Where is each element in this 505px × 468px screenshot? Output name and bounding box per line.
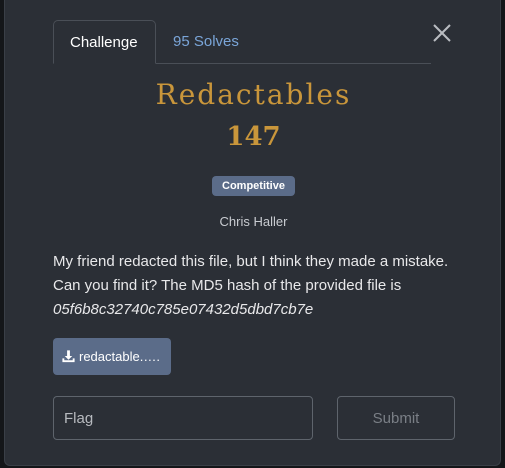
category-badge: Competitive bbox=[212, 176, 295, 196]
challenge-author: Chris Haller bbox=[219, 214, 288, 229]
challenge-tabs: Challenge 95 Solves bbox=[53, 20, 431, 64]
challenge-description: My friend redacted this file, but I thin… bbox=[53, 250, 453, 322]
challenge-points: 147 bbox=[226, 122, 281, 152]
challenge-title: Redactables bbox=[155, 78, 352, 111]
md5-hash: 05f6b8c32740c785e07432d5dbd7cb7e bbox=[53, 301, 314, 318]
download-file-button[interactable]: redactable.…. bbox=[53, 338, 171, 375]
tab-solves[interactable]: 95 Solves bbox=[157, 20, 255, 63]
submit-button[interactable]: Submit bbox=[337, 396, 455, 440]
flag-input[interactable] bbox=[53, 396, 313, 440]
description-text: My friend redacted this file, but I thin… bbox=[53, 253, 449, 294]
challenge-modal: Challenge 95 Solves Redactables 147 Comp… bbox=[4, 0, 501, 466]
close-icon bbox=[433, 24, 451, 42]
download-icon bbox=[62, 349, 75, 362]
download-file-label: redactable.…. bbox=[79, 349, 160, 364]
tab-challenge[interactable]: Challenge bbox=[53, 20, 156, 64]
close-button[interactable] bbox=[431, 22, 453, 44]
